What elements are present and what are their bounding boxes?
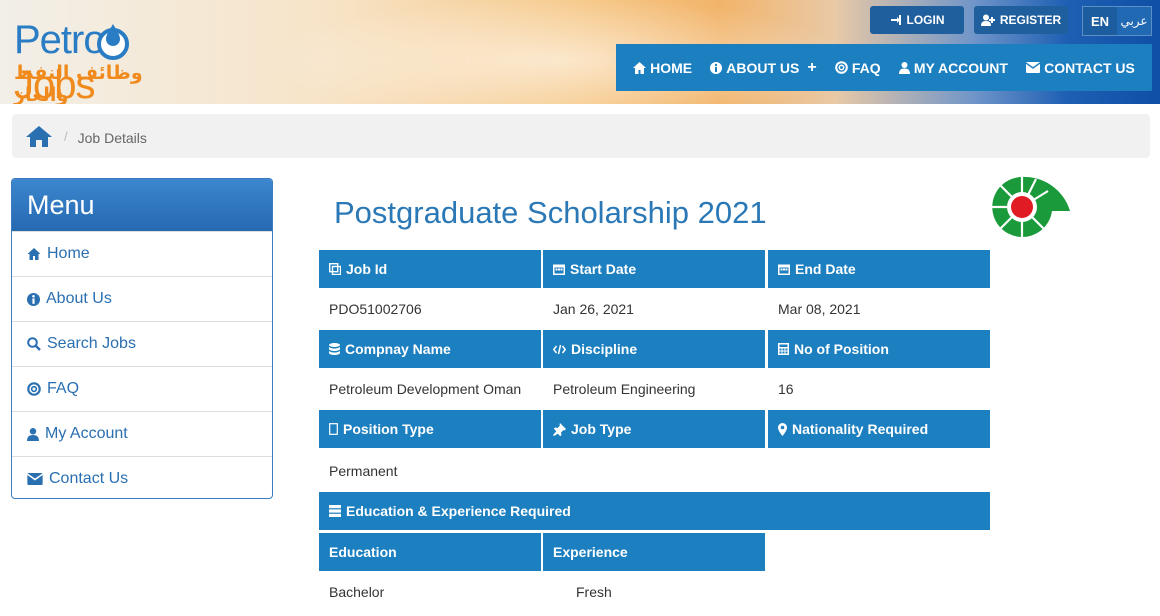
lang-ar-option[interactable]: عربي	[1117, 7, 1151, 35]
calculator-icon	[778, 343, 789, 355]
sidebar-item-my-account[interactable]: My Account	[12, 411, 272, 456]
nav-about-us[interactable]: ABOUT US +	[710, 58, 817, 77]
no-of-position-value: 16	[778, 381, 794, 397]
experience-header: Experience	[543, 533, 765, 571]
sidebar-item-about-us[interactable]: About Us	[12, 276, 272, 321]
user-icon	[27, 427, 39, 441]
nav-my-account[interactable]: MY ACCOUNT	[898, 60, 1008, 76]
search-icon	[27, 337, 41, 351]
job-title: Postgraduate Scholarship 2021	[334, 195, 767, 230]
server-icon	[329, 505, 341, 517]
position-type-value: Permanent	[329, 463, 398, 479]
nav-contact-us[interactable]: CONTACT US	[1026, 60, 1135, 76]
user-plus-icon	[980, 14, 995, 26]
nav-home[interactable]: HOME	[633, 60, 692, 76]
sidebar-item-contact-us[interactable]: Contact Us	[12, 456, 272, 498]
main-nav: HOME ABOUT US + FAQ MY ACCOUNT CONTACT U…	[616, 44, 1152, 91]
start-date-value: Jan 26, 2021	[553, 301, 634, 317]
database-icon	[329, 343, 340, 355]
lifebuoy-icon	[27, 382, 41, 396]
company-logo	[991, 176, 1070, 238]
envelope-icon	[27, 473, 43, 485]
company-name-value: Petroleum Development Oman	[329, 381, 522, 397]
job-type-value	[543, 451, 765, 491]
sign-in-icon	[890, 15, 901, 25]
logo-arabic-text: وظائف النفط والغاز	[14, 62, 143, 104]
end-date-header: End Date	[768, 250, 990, 288]
sidebar-title: Menu	[12, 179, 272, 231]
user-icon	[898, 61, 910, 74]
pushpin-icon	[553, 422, 566, 436]
sidebar-item-search-jobs[interactable]: Search Jobs	[12, 321, 272, 366]
no-of-position-header: No of Position	[768, 330, 990, 368]
start-date-header: Start Date	[543, 250, 765, 288]
calendar-icon	[778, 264, 790, 275]
info-icon	[27, 292, 40, 306]
education-experience-header: Education & Experience Required	[319, 492, 990, 530]
breadcrumb-current: Job Details	[77, 130, 147, 146]
nationality-required-value	[768, 451, 990, 491]
job-id-value: PDO51002706	[329, 301, 422, 317]
home-icon	[633, 61, 647, 74]
site-logo[interactable]: PetroJobs وظائف النفط والغاز	[14, 14, 194, 104]
register-button[interactable]: REGISTER	[974, 6, 1068, 34]
logo-petro: Petro	[14, 18, 106, 62]
job-type-header: Job Type	[543, 410, 765, 448]
home-icon[interactable]	[26, 125, 52, 147]
discipline-value: Petroleum Engineering	[553, 381, 696, 397]
position-type-header: Position Type	[319, 410, 541, 448]
plus-icon: +	[807, 58, 817, 76]
missing-glyph-icon	[329, 423, 338, 435]
education-value: Bachelor	[329, 584, 385, 600]
sidebar-item-home[interactable]: Home	[12, 231, 272, 276]
sidebar-menu: Menu Home About Us Search Jobs FAQ My Ac…	[11, 178, 273, 499]
site-header: PetroJobs وظائف النفط والغاز LOGIN REGIS…	[0, 0, 1160, 104]
lifebuoy-icon	[835, 61, 848, 74]
job-id-header: Job Id	[319, 250, 541, 288]
copy-icon	[329, 263, 341, 275]
nav-faq[interactable]: FAQ	[835, 60, 881, 76]
map-marker-icon	[778, 422, 787, 436]
home-icon	[27, 248, 41, 260]
sidebar-item-faq[interactable]: FAQ	[12, 366, 272, 411]
login-button[interactable]: LOGIN	[870, 6, 964, 34]
code-icon	[553, 344, 566, 354]
end-date-value: Mar 08, 2021	[778, 301, 861, 317]
oil-drop-icon	[97, 24, 129, 60]
breadcrumb: / Job Details	[12, 114, 1150, 158]
info-icon	[710, 61, 723, 74]
education-header: Education	[319, 533, 541, 571]
calendar-icon	[553, 264, 565, 275]
experience-value: Fresh	[576, 584, 612, 600]
envelope-icon	[1026, 62, 1041, 73]
nationality-required-header: Nationality Required	[768, 410, 990, 448]
language-switcher: EN عربي	[1082, 6, 1152, 36]
lang-en-option[interactable]: EN	[1083, 7, 1117, 35]
company-name-header: Compnay Name	[319, 330, 541, 368]
discipline-header: Discipline	[543, 330, 765, 368]
